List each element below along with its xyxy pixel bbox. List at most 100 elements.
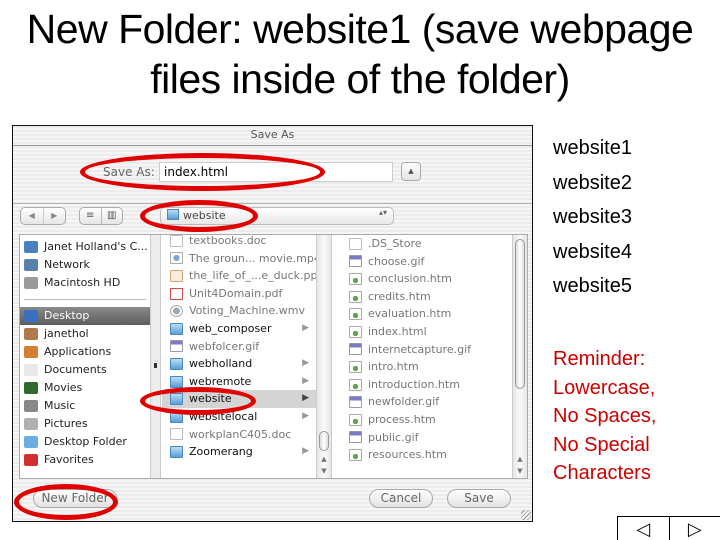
cancel-button[interactable]: Cancel bbox=[369, 489, 433, 508]
file-item[interactable]: internetcapture.gif bbox=[341, 341, 527, 359]
file-item[interactable]: the_life_of_...e_duck.ppt bbox=[162, 267, 331, 285]
file-item[interactable]: introduction.htm bbox=[341, 376, 527, 394]
save-button[interactable]: Save bbox=[447, 489, 511, 508]
splitter-grip[interactable] bbox=[154, 363, 157, 368]
item-label: credits.htm bbox=[368, 289, 431, 303]
item-label: the_life_of_...e_duck.ppt bbox=[189, 269, 322, 283]
next-slide-button[interactable]: ▷ bbox=[670, 517, 720, 540]
item-label: evaluation.htm bbox=[368, 307, 452, 321]
forward-button[interactable]: ▶ bbox=[44, 208, 66, 224]
sidebar-item-janethol[interactable]: janethol bbox=[20, 325, 150, 343]
previous-slide-button[interactable]: ◁ bbox=[618, 517, 670, 540]
sidebar-item-music[interactable]: Music bbox=[20, 397, 150, 415]
sidebar-item-movies[interactable]: Movies bbox=[20, 379, 150, 397]
file-item[interactable]: index.html bbox=[341, 323, 527, 341]
back-button[interactable]: ◀ bbox=[21, 208, 44, 224]
file-item[interactable]: evaluation.htm bbox=[341, 305, 527, 323]
sidebar-item-pictures[interactable]: Pictures bbox=[20, 415, 150, 433]
htm-file-icon bbox=[349, 290, 362, 303]
column-website-scrollbar[interactable]: ▲ ▼ bbox=[512, 235, 527, 478]
gif-file-icon bbox=[349, 343, 362, 356]
gif-file-icon bbox=[170, 340, 183, 353]
home-icon bbox=[24, 328, 38, 340]
item-label: webfolcer.gif bbox=[189, 339, 260, 353]
list-view-button[interactable]: ≡ bbox=[80, 208, 102, 224]
save-as-row: Save As: ▲ bbox=[13, 147, 532, 204]
sidebar-item-macintosh-hd[interactable]: Macintosh HD bbox=[20, 274, 150, 292]
sidebar-splitter[interactable] bbox=[151, 235, 161, 478]
folder-item[interactable]: website ▶ bbox=[162, 390, 331, 408]
item-label: public.gif bbox=[368, 430, 419, 444]
network-globe-icon bbox=[24, 259, 38, 271]
file-item[interactable]: intro.htm bbox=[341, 358, 527, 376]
file-item[interactable]: conclusion.htm bbox=[341, 270, 527, 288]
documents-icon bbox=[24, 364, 38, 376]
doc-file-icon bbox=[170, 428, 183, 441]
column-view-button[interactable]: ▥ bbox=[102, 208, 123, 224]
item-label: resources.htm bbox=[368, 448, 447, 462]
file-item[interactable]: credits.htm bbox=[341, 288, 527, 306]
sidebar-item-label: Macintosh HD bbox=[44, 276, 121, 289]
ppt-file-icon bbox=[170, 269, 183, 282]
htm-file-icon bbox=[349, 308, 362, 321]
item-label: Zoomerang bbox=[189, 445, 253, 459]
file-item[interactable]: Voting_Machine.wmv bbox=[162, 302, 331, 320]
expand-dialog-button[interactable]: ▲ bbox=[401, 162, 421, 181]
folder-item[interactable]: websitelocal ▶ bbox=[162, 408, 331, 426]
scroll-down-arrow[interactable]: ▼ bbox=[513, 465, 527, 477]
resize-grip[interactable] bbox=[521, 510, 531, 520]
file-item[interactable]: choose.gif bbox=[341, 253, 527, 271]
triangle-up-icon: ▲ bbox=[408, 167, 414, 175]
folder-item[interactable]: web_composer ▶ bbox=[162, 320, 331, 338]
sidebar-item-janet-holland-s-c[interactable]: Janet Holland's C... bbox=[20, 238, 150, 256]
htm-file-icon bbox=[349, 448, 362, 461]
scroll-up-arrow[interactable]: ▲ bbox=[513, 453, 527, 465]
file-browser: Janet Holland's C... Network Macintosh HD … bbox=[19, 234, 528, 479]
sidebar-item-network[interactable]: Network bbox=[20, 256, 150, 274]
location-popup[interactable]: website ▴▾ bbox=[160, 207, 394, 225]
mp4-file-icon bbox=[170, 252, 183, 265]
file-item[interactable]: Unit4Domain.pdf bbox=[162, 285, 331, 303]
folder-item[interactable]: webremote ▶ bbox=[162, 373, 331, 391]
filename-input[interactable] bbox=[159, 162, 393, 182]
history-nav: ◀ ▶ bbox=[20, 207, 66, 225]
file-item[interactable]: newfolder.gif bbox=[341, 393, 527, 411]
movies-icon bbox=[24, 382, 38, 394]
htm-file-icon bbox=[349, 378, 362, 391]
file-item[interactable]: workplanC405.doc bbox=[162, 426, 331, 444]
new-folder-button[interactable]: New Folder bbox=[33, 489, 117, 508]
disclosure-arrow-icon: ▶ bbox=[302, 393, 309, 404]
scroll-thumb[interactable] bbox=[515, 239, 525, 389]
file-item[interactable]: public.gif bbox=[341, 429, 527, 447]
column-desktop-list: textbooks.doc The groun... movie.mp4 the_l… bbox=[162, 235, 331, 461]
save-as-dialog: Save As Save As: ▲ ◀ ▶ ≡ ▥ website ▴▾ Ja… bbox=[12, 125, 533, 522]
scroll-thumb[interactable] bbox=[319, 431, 329, 451]
file-item[interactable]: webfolcer.gif bbox=[162, 338, 331, 356]
htm-file-icon bbox=[349, 413, 362, 426]
file-item[interactable]: .DS_Store bbox=[341, 235, 527, 253]
sidebar-item-desktop-folder[interactable]: Desktop Folder bbox=[20, 433, 150, 451]
column-website: .DS_Store choose.gif conclusion.htm credits… bbox=[341, 235, 527, 478]
column-desktop-scrollbar[interactable]: ▲ ▼ bbox=[316, 235, 331, 478]
sidebar-item-desktop[interactable]: Desktop bbox=[20, 307, 150, 325]
item-label: textbooks.doc bbox=[189, 235, 267, 247]
scroll-down-arrow[interactable]: ▼ bbox=[317, 465, 331, 477]
file-item[interactable]: The groun... movie.mp4 bbox=[162, 250, 331, 268]
htm-file-icon bbox=[349, 325, 362, 338]
item-label: Voting_Machine.wmv bbox=[189, 304, 305, 318]
gif-file-icon bbox=[349, 396, 362, 409]
scroll-up-arrow[interactable]: ▲ bbox=[317, 453, 331, 465]
file-item[interactable]: process.htm bbox=[341, 411, 527, 429]
sidebar-item-favorites[interactable]: Favorites bbox=[20, 451, 150, 469]
sidebar-item-documents[interactable]: Documents bbox=[20, 361, 150, 379]
sidebar-item-applications[interactable]: Applications bbox=[20, 343, 150, 361]
folder-item[interactable]: webholland ▶ bbox=[162, 355, 331, 373]
dialog-buttons: New Folder Cancel Save bbox=[13, 484, 532, 514]
file-item[interactable]: textbooks.doc bbox=[162, 235, 331, 250]
sidebar-places: Desktop janethol Applications Documents Movi… bbox=[20, 307, 150, 469]
folder-item[interactable]: Zoomerang ▶ bbox=[162, 443, 331, 461]
reminder-line: Lowercase, bbox=[553, 376, 656, 399]
sidebar-item-label: Applications bbox=[44, 345, 112, 358]
file-item[interactable]: resources.htm bbox=[341, 446, 527, 464]
gif-file-icon bbox=[349, 255, 362, 268]
